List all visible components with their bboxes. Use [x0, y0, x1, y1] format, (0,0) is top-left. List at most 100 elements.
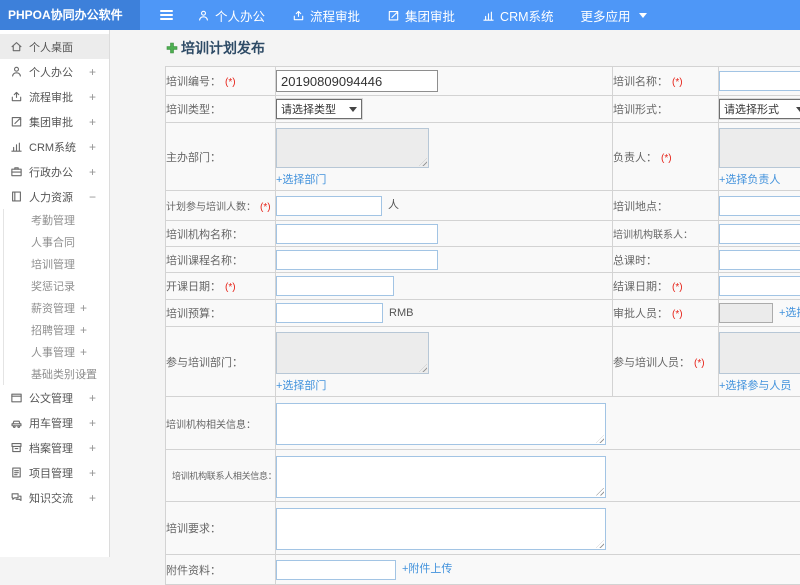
host-department-textarea[interactable] — [276, 128, 429, 168]
form-field-cell: +选择参与人员 — [719, 327, 800, 397]
expand-toggle-icon: + — [80, 324, 87, 336]
form-row: 培训机构联系人相关信息： — [166, 450, 800, 502]
expand-toggle-icon: + — [89, 442, 96, 454]
end-date-input[interactable] — [719, 276, 800, 296]
sidebar-item-hr-contracts[interactable]: 人事合同 — [3, 231, 109, 253]
sidebar-item-base-category-settings[interactable]: 基础类别设置+ — [3, 363, 109, 385]
sidebar-item-label: 奖惩记录 — [31, 278, 75, 294]
person-in-charge-picker-link[interactable]: +选择负责人 — [719, 171, 780, 187]
required-mark: (*) — [225, 282, 236, 293]
nav-item-more-apps[interactable]: 更多应用 — [581, 6, 647, 25]
training-type-select[interactable]: 请选择类型 — [276, 99, 362, 119]
attachments-input[interactable] — [276, 560, 396, 580]
participating-departments-label: 参与培训部门： — [166, 357, 243, 369]
planned-participants-input[interactable] — [276, 196, 382, 216]
nav-item-workflow-approval[interactable]: 流程审批 — [292, 6, 360, 25]
form-field-cell — [719, 221, 800, 247]
form-field-cell: 请选择形式 — [719, 96, 800, 123]
hamburger-icon[interactable] — [158, 6, 175, 24]
training-org-contact-info-textarea[interactable] — [276, 456, 606, 498]
sidebar-item-personal-desktop[interactable]: 个人桌面 — [0, 34, 109, 59]
total-hours-input[interactable] — [719, 250, 800, 270]
plus-icon — [166, 42, 178, 54]
training-org-contact-label: 培训机构联系人： — [613, 230, 693, 241]
nav-item-label: 集团审批 — [405, 6, 455, 25]
sidebar-item-personnel-mgmt[interactable]: 人事管理+ — [3, 341, 109, 363]
training-org-info-textarea[interactable] — [276, 403, 606, 445]
app-logo[interactable]: PHPOA协同办公软件 — [0, 0, 140, 30]
expand-toggle-icon: + — [89, 116, 96, 128]
approvers-box[interactable] — [719, 303, 773, 323]
start-date-input[interactable] — [276, 276, 394, 296]
training-budget-input[interactable] — [276, 303, 383, 323]
sidebar-item-admin-office[interactable]: 行政办公+ — [0, 159, 109, 184]
participants-picker-link[interactable]: +选择参与人员 — [719, 377, 791, 393]
archive-icon — [10, 441, 23, 454]
sidebar-item-training-mgmt[interactable]: 培训管理 — [3, 253, 109, 275]
nav-item-label: 更多应用 — [581, 6, 631, 25]
form-field-cell: 请选择类型 — [276, 96, 613, 123]
nav-item-personal-office[interactable]: 个人办公 — [197, 6, 265, 25]
sidebar-item-crm-system[interactable]: CRM系统+ — [0, 134, 109, 159]
attachments-picker-link[interactable]: +附件上传 — [402, 563, 452, 575]
sidebar-item-label: 知识交流 — [29, 490, 73, 506]
sidebar-item-vehicle-mgmt[interactable]: 用车管理+ — [0, 410, 109, 435]
participants-textarea[interactable] — [719, 332, 800, 374]
required-mark: (*) — [672, 309, 683, 320]
form-field-cell: +选择部门 — [276, 327, 613, 397]
chat-icon — [10, 491, 23, 504]
training-name-label: 培训名称： — [613, 76, 668, 88]
person-in-charge-textarea[interactable] — [719, 128, 800, 168]
participating-departments-picker-link[interactable]: +选择部门 — [276, 377, 326, 393]
start-date-label: 开课日期： — [166, 281, 221, 293]
sidebar-item-personal-office[interactable]: 个人办公+ — [0, 59, 109, 84]
flow-icon — [292, 9, 305, 22]
training-org-name-input[interactable] — [276, 224, 438, 244]
form-label-cell: 结课日期：(*) — [613, 273, 719, 300]
sidebar-item-reward-punish-records[interactable]: 奖惩记录 — [3, 275, 109, 297]
training-form-label: 培训形式： — [613, 104, 668, 116]
sidebar-item-workflow-approval[interactable]: 流程审批+ — [0, 84, 109, 109]
form-label-cell: 负责人：(*) — [613, 123, 719, 191]
form-label-cell: 附件资料： — [166, 555, 276, 585]
training-form-select[interactable]: 请选择形式 — [719, 99, 800, 119]
training-requirements-textarea[interactable] — [276, 508, 606, 550]
sidebar-item-document-mgmt[interactable]: 公文管理+ — [0, 385, 109, 410]
sidebar-item-recruit-mgmt[interactable]: 招聘管理+ — [3, 319, 109, 341]
training-course-name-input[interactable] — [276, 250, 438, 270]
sidebar-item-human-resources[interactable]: 人力资源− — [0, 184, 109, 209]
sidebar-item-knowledge-exchange[interactable]: 知识交流+ — [0, 485, 109, 510]
form-label-cell: 培训机构相关信息： — [166, 397, 276, 450]
sidebar-item-label: 流程审批 — [29, 89, 73, 105]
training-name-input[interactable] — [719, 71, 800, 91]
form-row: 培训要求： — [166, 502, 800, 555]
approvers-picker-link[interactable]: +选择审批人员 — [779, 307, 800, 319]
training-org-info-label: 培训机构相关信息： — [166, 420, 256, 431]
sidebar-item-group-approval[interactable]: 集团审批+ — [0, 109, 109, 134]
sidebar-item-label: 人事合同 — [31, 234, 75, 250]
training-location-input[interactable] — [719, 196, 800, 216]
total-hours-label: 总课时： — [613, 255, 657, 267]
participating-departments-textarea[interactable] — [276, 332, 429, 374]
form-label-cell: 计划参与培训人数：(*) — [166, 191, 276, 221]
sidebar-item-attendance-mgmt[interactable]: 考勤管理 — [3, 209, 109, 231]
form-row: 主办部门：+选择部门负责人：(*)+选择负责人 — [166, 123, 800, 191]
expand-toggle-icon: + — [89, 417, 96, 429]
top-bar: PHPOA协同办公软件 个人办公 流程审批 集团审批 CRM系统 更多应用 — [0, 0, 800, 30]
nav-item-crm-system[interactable]: CRM系统 — [482, 6, 553, 25]
car-icon — [10, 416, 23, 429]
training-org-contact-input[interactable] — [719, 224, 800, 244]
sidebar-item-label: 档案管理 — [29, 440, 73, 456]
form-field-cell — [719, 247, 800, 273]
form-label-cell: 开课日期： (*) — [166, 273, 276, 300]
sidebar-item-salary-mgmt[interactable]: 薪资管理+ — [3, 297, 109, 319]
training-number-input[interactable] — [276, 70, 438, 92]
nav-item-group-approval[interactable]: 集团审批 — [387, 6, 455, 25]
form-row: 附件资料： +附件上传 — [166, 555, 800, 585]
sidebar-item-archive-mgmt[interactable]: 档案管理 + — [0, 435, 109, 460]
sidebar-item-project-mgmt[interactable]: 项目管理+ — [0, 460, 109, 485]
form-field-cell — [719, 273, 800, 300]
host-department-picker-link[interactable]: +选择部门 — [276, 171, 326, 187]
form-field-cell: 人 — [276, 191, 613, 221]
form-field-cell — [276, 273, 613, 300]
